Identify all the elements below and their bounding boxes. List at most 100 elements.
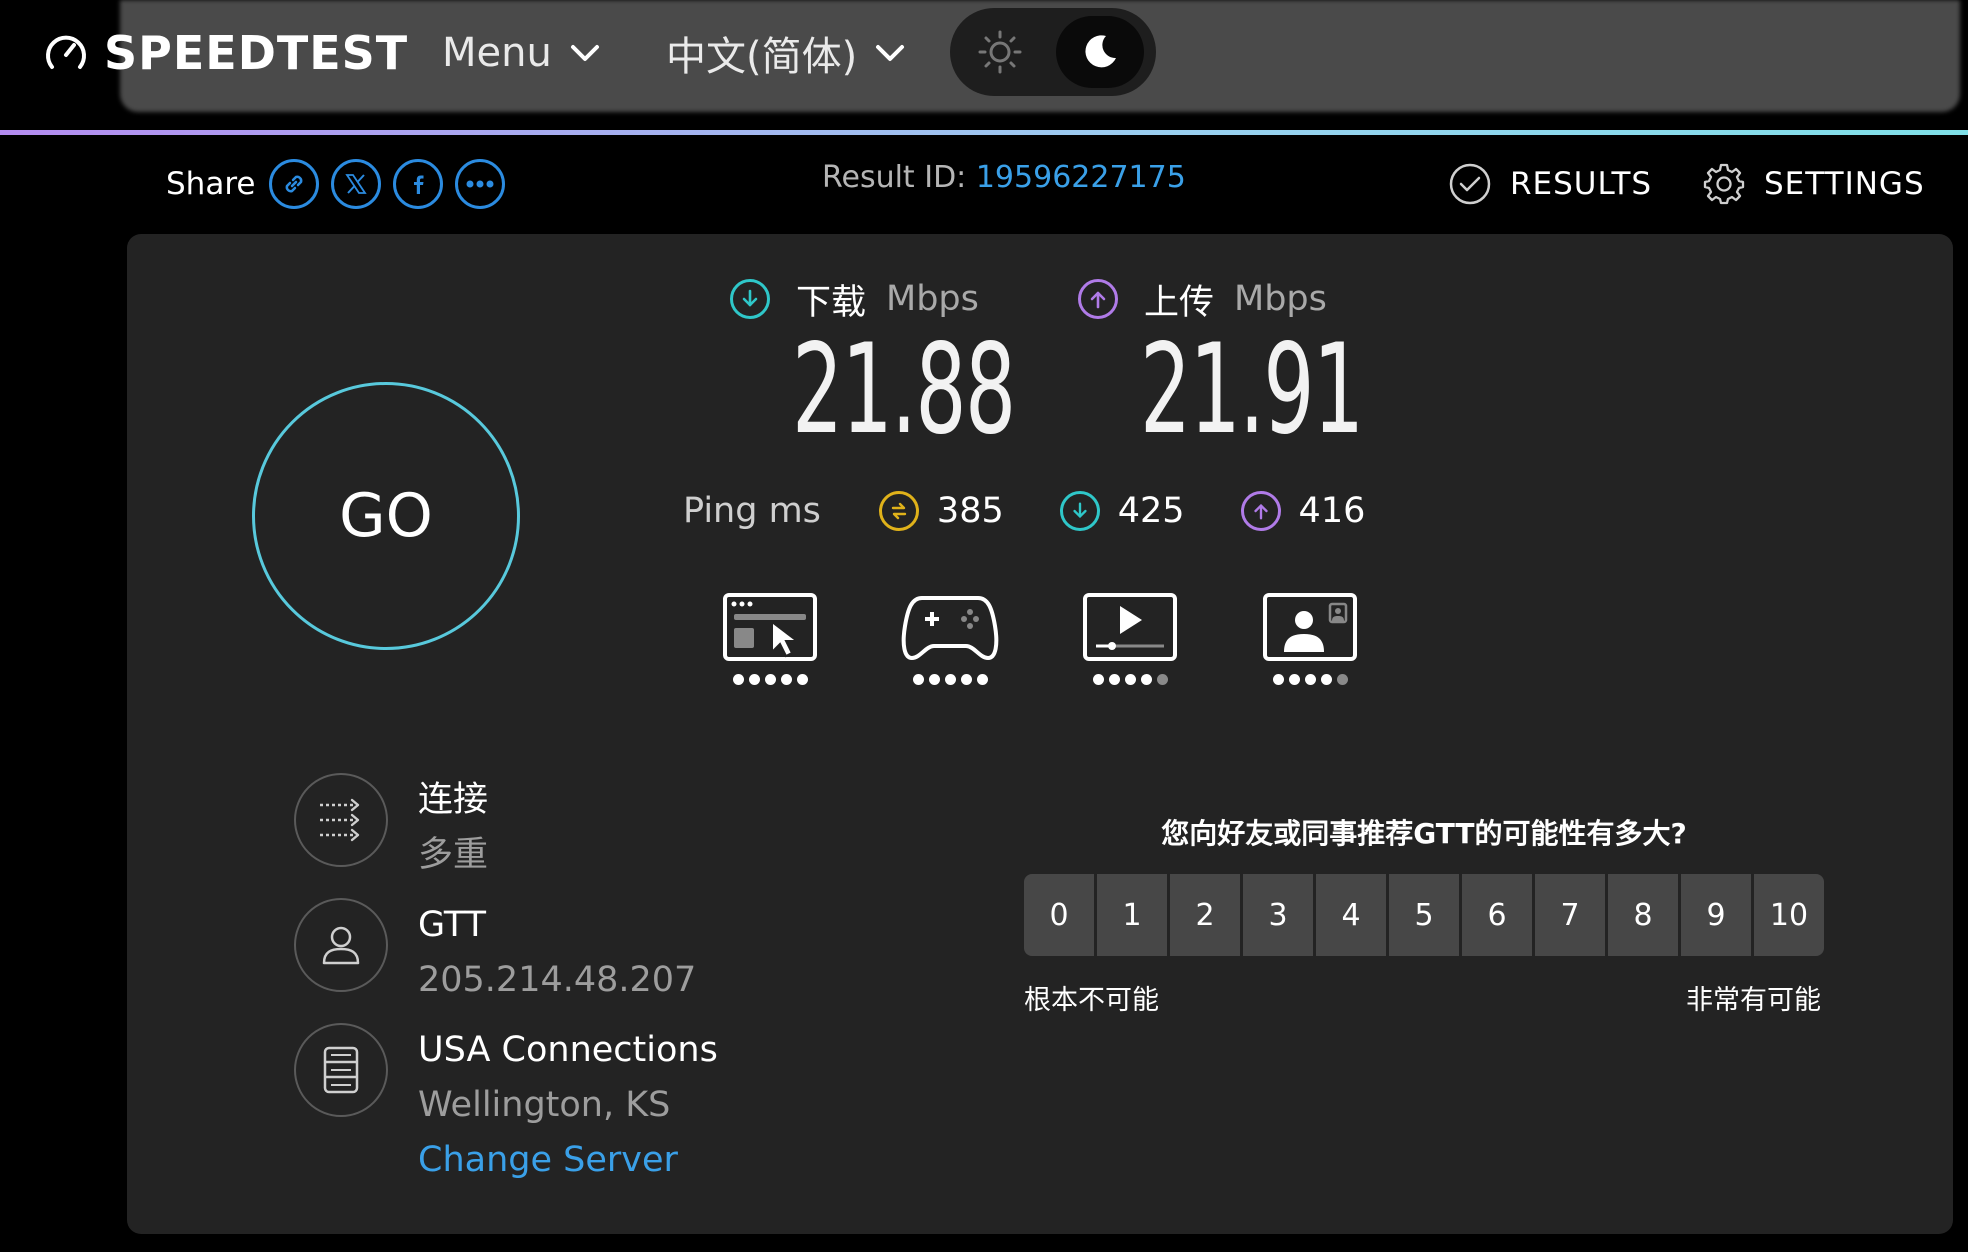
quality-browsing[interactable]: [720, 592, 820, 712]
nps-option[interactable]: 8: [1608, 874, 1678, 956]
upload-value: 21.91: [1140, 318, 1364, 462]
quality-gaming[interactable]: [900, 592, 1000, 712]
rating-dot: [944, 674, 956, 685]
ping-idle-value: 385: [936, 491, 1004, 531]
download-label: 下载: [796, 282, 867, 323]
results-button[interactable]: RESULTS: [1448, 158, 1652, 210]
download-value: 21.88: [792, 318, 1016, 462]
nps-option[interactable]: 4: [1316, 874, 1386, 956]
share-link-button[interactable]: [269, 159, 320, 209]
nps-option[interactable]: 0: [1024, 874, 1094, 956]
nps-option[interactable]: 2: [1170, 874, 1240, 956]
logo-text: SPEEDTEST: [104, 26, 409, 80]
gaming-icon: [901, 596, 999, 660]
nps-option[interactable]: 3: [1243, 874, 1313, 956]
language-dropdown[interactable]: 中文(简体): [666, 28, 905, 80]
check-circle-icon: [1449, 163, 1491, 205]
sun-icon: [978, 30, 1022, 74]
video-call-rating: [1272, 674, 1348, 685]
light-mode-button[interactable]: [970, 22, 1030, 82]
theme-toggle[interactable]: [950, 8, 1156, 96]
ping-row: Ping ms 385 425 416: [683, 484, 1421, 538]
connections-icon: [294, 773, 388, 867]
rating-dot: [1272, 674, 1284, 685]
speedtest-logo[interactable]: SPEEDTEST: [42, 26, 409, 80]
server-info: USA Connections Wellington, KS Change Se…: [294, 1023, 718, 1188]
go-button[interactable]: GO: [252, 382, 520, 650]
quality-video-call[interactable]: [1260, 592, 1360, 712]
quality-streaming[interactable]: [1080, 592, 1180, 712]
provider-name: GTT: [418, 905, 487, 945]
server-name: USA Connections: [418, 1030, 718, 1070]
x-logo-icon: [345, 174, 368, 194]
facebook-icon: [414, 175, 424, 194]
more-icon: [466, 180, 494, 188]
upload-unit: Mbps: [1234, 279, 1327, 319]
download-header: 下载 Mbps: [730, 274, 979, 324]
chevron-down-icon: [876, 45, 905, 61]
download-latency-icon: [1059, 491, 1100, 531]
result-id-label: Result ID:: [822, 160, 967, 195]
connection-value: 多重: [418, 835, 489, 875]
rating-dot: [780, 674, 792, 685]
share-label: Share: [166, 166, 256, 202]
result-id-link[interactable]: 19596227175: [976, 160, 1186, 195]
connection-info: 连接 多重: [294, 773, 488, 883]
nps-option[interactable]: 5: [1389, 874, 1459, 956]
ping-download: 425: [1059, 491, 1185, 531]
change-server-link[interactable]: Change Server: [418, 1133, 718, 1188]
provider-info: GTT 205.214.48.207: [294, 898, 696, 1008]
gaming-rating: [912, 674, 988, 685]
server-icon: [294, 1023, 388, 1117]
share-bar: Share: [166, 158, 506, 210]
result-id: Result ID: 19596227175: [822, 160, 1186, 195]
rating-dot: [796, 674, 808, 685]
rating-dot: [1140, 674, 1152, 685]
rating-dot: [960, 674, 972, 685]
rating-dot: [764, 674, 776, 685]
video-call-icon: [1263, 593, 1357, 661]
ping-idle: 385: [878, 491, 1004, 531]
gauge-icon: [46, 35, 86, 69]
menu-label: Menu: [442, 30, 552, 76]
connection-label: 连接: [418, 780, 489, 820]
share-x-button[interactable]: [331, 159, 382, 209]
nps-option[interactable]: 1: [1097, 874, 1167, 956]
nps-option[interactable]: 9: [1681, 874, 1751, 956]
nps-option[interactable]: 10: [1754, 874, 1824, 956]
upload-arrow-icon: [1078, 279, 1118, 319]
rating-dot: [1124, 674, 1136, 685]
moon-icon: [1085, 35, 1116, 68]
nps-option[interactable]: 7: [1535, 874, 1605, 956]
rating-dot: [1108, 674, 1120, 685]
rating-dot: [1156, 674, 1168, 685]
streaming-icon: [1083, 593, 1177, 661]
rating-dot: [928, 674, 940, 685]
idle-latency-icon: [878, 491, 919, 531]
results-label: RESULTS: [1510, 166, 1653, 202]
upload-header: 上传 Mbps: [1078, 274, 1327, 324]
nps-scale: 0 1 2 3 4 5 6 7 8 9 10: [1024, 874, 1824, 956]
rating-dot: [912, 674, 924, 685]
upload-latency-icon: [1240, 491, 1281, 531]
nps-option[interactable]: 6: [1462, 874, 1532, 956]
rating-dot: [1336, 674, 1348, 685]
upload-label: 上传: [1144, 282, 1215, 323]
rating-dot: [732, 674, 744, 685]
settings-button[interactable]: SETTINGS: [1702, 158, 1925, 210]
server-location: Wellington, KS: [418, 1085, 671, 1125]
rating-dot: [1288, 674, 1300, 685]
nps-high-label: 非常有可能: [1686, 985, 1821, 1016]
rating-dot: [1092, 674, 1104, 685]
dark-mode-button[interactable]: [1056, 16, 1144, 88]
rating-dot: [1320, 674, 1332, 685]
share-more-button[interactable]: [455, 159, 506, 209]
share-facebook-button[interactable]: [393, 159, 444, 209]
streaming-rating: [1092, 674, 1168, 685]
download-arrow-icon: [730, 279, 770, 319]
menu-dropdown[interactable]: Menu: [442, 28, 600, 78]
language-label: 中文(简体): [666, 34, 858, 80]
gear-icon: [1703, 163, 1745, 205]
ping-upload: 416: [1240, 491, 1365, 531]
ping-label: Ping ms: [683, 491, 821, 531]
